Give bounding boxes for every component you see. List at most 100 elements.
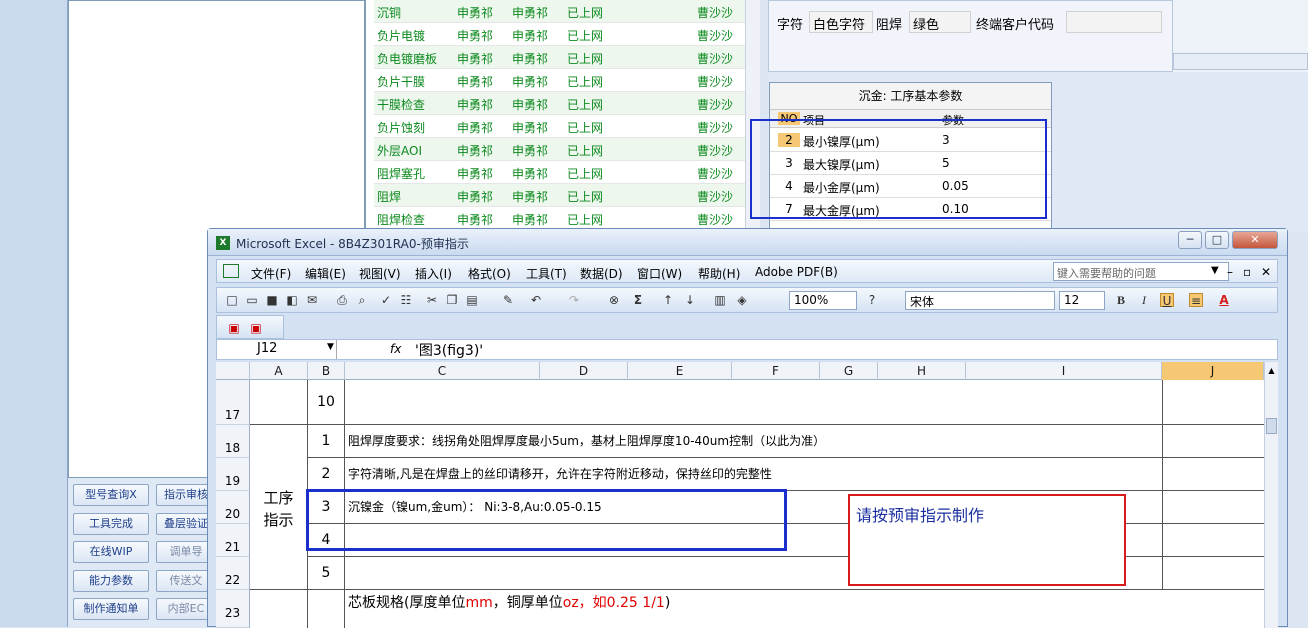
bold-button[interactable]: B — [1114, 293, 1128, 307]
menu-view[interactable]: 视图(V) — [359, 265, 401, 282]
select-all-corner[interactable] — [216, 362, 250, 380]
col-header-j[interactable]: J — [1162, 362, 1264, 380]
menu-window[interactable]: 窗口(W) — [637, 265, 682, 282]
col-header-h[interactable]: H — [878, 362, 966, 380]
table-row[interactable]: 负片电镀 申勇祁 申勇祁 已上网 曹沙沙 — [374, 23, 752, 46]
cell-b22[interactable]: 5 — [308, 557, 345, 590]
row-header-22[interactable]: 22 — [216, 557, 250, 590]
fx-icon[interactable]: fx — [390, 342, 401, 356]
doc-close-icon[interactable]: ✕ — [1261, 265, 1271, 279]
help-dropdown-icon[interactable]: ▼ — [1211, 265, 1219, 276]
menu-data[interactable]: 数据(D) — [580, 265, 623, 282]
table-row[interactable]: 干膜检查 申勇祁 申勇祁 已上网 曹沙沙 — [374, 92, 752, 115]
help-icon[interactable]: ? — [865, 293, 879, 307]
row-header-20[interactable]: 20 — [216, 491, 250, 524]
font-size-select[interactable]: 12 — [1059, 291, 1105, 310]
help-search-input[interactable]: 键入需要帮助的问题 — [1053, 262, 1229, 281]
col-header-i[interactable]: I — [966, 362, 1162, 380]
row-header-18[interactable]: 18 — [216, 425, 250, 458]
cell-j19[interactable] — [1162, 458, 1264, 491]
grid-vertical-scrollbar[interactable]: ▲ — [1264, 362, 1278, 628]
menu-format[interactable]: 格式(O) — [468, 265, 511, 282]
workbook-icon[interactable] — [223, 264, 239, 278]
pdf-email-icon[interactable]: ▣ — [249, 321, 263, 335]
col-header-g[interactable]: G — [820, 362, 878, 380]
row-header-21[interactable]: 21 — [216, 524, 250, 557]
menu-edit[interactable]: 编辑(E) — [305, 265, 346, 282]
menu-insert[interactable]: 插入(I) — [415, 265, 452, 282]
cell-j17[interactable] — [1162, 380, 1264, 425]
autosum-icon[interactable]: Σ — [631, 293, 645, 307]
cell-b23[interactable] — [308, 590, 345, 628]
research-icon[interactable]: ☷ — [399, 293, 413, 307]
drawing-icon[interactable]: ◈ — [735, 293, 749, 307]
table-row[interactable]: 负电镀磨板 申勇祁 申勇祁 已上网 曹沙沙 — [374, 46, 752, 69]
permission-icon[interactable]: ◧ — [285, 293, 299, 307]
table-row[interactable]: 阻焊塞孔 申勇祁 申勇祁 已上网 曹沙沙 — [374, 161, 752, 184]
minimize-button[interactable]: ─ — [1178, 231, 1202, 249]
print-preview-icon[interactable]: ⌕ — [355, 293, 369, 307]
capability-params-button[interactable]: 能力参数 — [73, 570, 149, 592]
cell-b19[interactable]: 2 — [308, 458, 345, 491]
production-notice-button[interactable]: 制作通知单 — [73, 598, 149, 620]
font-color-icon[interactable]: A — [1217, 293, 1231, 307]
cell-a23[interactable] — [250, 590, 308, 628]
silkscreen-field[interactable]: 白色字符 — [809, 11, 873, 33]
row-header-17[interactable]: 17 — [216, 380, 250, 425]
pdf-convert-icon[interactable]: ▣ — [227, 321, 241, 335]
table-row[interactable]: 外层AOI 申勇祁 申勇祁 已上网 曹沙沙 — [374, 138, 752, 161]
col-header-d[interactable]: D — [540, 362, 628, 380]
align-left-icon[interactable]: ≡ — [1189, 293, 1203, 308]
font-select[interactable]: 宋体 — [905, 291, 1055, 310]
soldermask-field[interactable]: 绿色 — [909, 11, 971, 33]
paste-icon[interactable]: ▤ — [465, 293, 479, 307]
maximize-button[interactable]: □ — [1205, 231, 1229, 249]
table-row[interactable]: 负片蚀刻 申勇祁 申勇祁 已上网 曹沙沙 — [374, 115, 752, 138]
col-header-f[interactable]: F — [732, 362, 820, 380]
table-row[interactable]: 负片干膜 申勇祁 申勇祁 已上网 曹沙沙 — [374, 69, 752, 92]
copy-icon[interactable]: ❐ — [445, 293, 459, 307]
row-header-19[interactable]: 19 — [216, 458, 250, 491]
doc-restore-icon[interactable]: ▫ — [1243, 265, 1251, 279]
cell-j20[interactable] — [1162, 491, 1264, 524]
menu-help[interactable]: 帮助(H) — [698, 265, 740, 282]
tool-complete-button[interactable]: 工具完成 — [73, 513, 149, 535]
scroll-thumb[interactable] — [1266, 418, 1277, 434]
hyperlink-icon[interactable]: ⊗ — [607, 293, 621, 307]
underline-button[interactable]: U — [1160, 293, 1174, 308]
model-query-button[interactable]: 型号查询X — [73, 484, 149, 506]
cell-a17[interactable] — [250, 380, 308, 425]
print-icon[interactable]: ⎙ — [335, 293, 349, 307]
doc-minimize-icon[interactable]: – — [1227, 265, 1233, 279]
chart-wizard-icon[interactable]: ▥ — [713, 293, 727, 307]
email-icon[interactable]: ✉ — [305, 293, 319, 307]
excel-titlebar[interactable]: X Microsoft Excel - 8B4Z301RA0-预审指示 ─ □ … — [208, 229, 1287, 256]
horizontal-scrollbar[interactable] — [1173, 53, 1308, 70]
cell-b18[interactable]: 1 — [308, 425, 345, 458]
sort-ascending-icon[interactable]: ↑ — [661, 293, 675, 307]
sort-descending-icon[interactable]: ↓ — [683, 293, 697, 307]
cell-j22[interactable] — [1162, 557, 1264, 590]
cell-j21[interactable] — [1162, 524, 1264, 557]
cut-icon[interactable]: ✂ — [425, 293, 439, 307]
spelling-icon[interactable]: ✓ — [379, 293, 393, 307]
col-header-e[interactable]: E — [628, 362, 732, 380]
name-box[interactable]: J12 — [217, 340, 337, 359]
table-row[interactable]: 阻焊检查 申勇祁 申勇祁 已上网 曹沙沙 — [374, 207, 752, 230]
cell-c23[interactable]: 芯板规格(厚度单位mm，铜厚单位oz，如0.25 1/1) — [345, 590, 1162, 628]
col-header-a[interactable]: A — [250, 362, 308, 380]
formula-input[interactable]: '图3(fig3)' — [415, 340, 483, 360]
cell-j18[interactable] — [1162, 425, 1264, 458]
undo-icon[interactable]: ↶ — [529, 293, 543, 307]
scroll-up-icon[interactable]: ▲ — [1266, 366, 1277, 377]
open-icon[interactable]: ▭ — [245, 293, 259, 307]
cell-c19[interactable]: 字符清晰,凡是在焊盘上的丝印请移开，允许在字符附近移动，保持丝印的完整性 — [345, 458, 1162, 491]
menu-file[interactable]: 文件(F) — [251, 265, 291, 282]
end-customer-code-field[interactable] — [1066, 11, 1162, 33]
merged-cell-process-instruction[interactable]: 工序 指示 — [250, 425, 308, 590]
menu-tools[interactable]: 工具(T) — [526, 265, 567, 282]
close-button[interactable]: ✕ — [1232, 231, 1278, 249]
col-header-c[interactable]: C — [345, 362, 540, 380]
cell-b17[interactable]: 10 — [308, 380, 345, 425]
row-header-23[interactable]: 23 — [216, 590, 250, 628]
